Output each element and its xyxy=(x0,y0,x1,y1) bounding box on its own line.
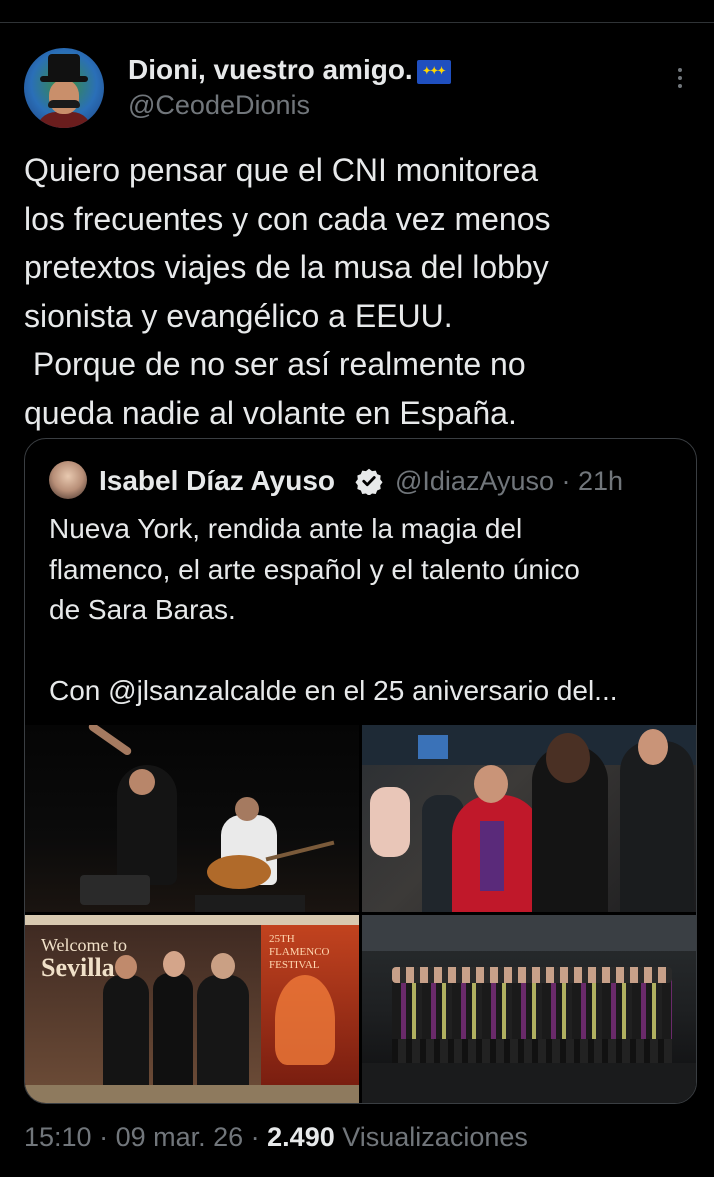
author-handle[interactable]: @CeodeDionis xyxy=(128,90,310,121)
woman-red-shawl-crowd-photo[interactable] xyxy=(362,725,696,912)
quoted-avatar[interactable] xyxy=(49,461,87,499)
sign-line2: Sevilla xyxy=(41,953,115,982)
verified-badge-icon xyxy=(355,468,383,495)
quoted-author-name[interactable]: Isabel Díaz Ayuso xyxy=(99,465,335,497)
quoted-text: Nueva York, rendida ante la magia del fl… xyxy=(49,513,618,706)
quoted-tweet[interactable]: Isabel Díaz Ayuso @IdiazAyuso · 21h Nuev… xyxy=(24,438,697,1104)
views-count[interactable]: 2.490 xyxy=(267,1122,335,1152)
more-vertical-icon xyxy=(678,68,682,72)
author-name-row[interactable]: Dioni, vuestro amigo. ✦✦✦ xyxy=(128,54,451,86)
tweet-text: Quiero pensar que el CNI monitorea los f… xyxy=(24,152,551,431)
author-avatar[interactable] xyxy=(24,48,104,128)
author-name[interactable]: Dioni, vuestro amigo. xyxy=(128,54,413,85)
more-options-button[interactable] xyxy=(668,64,692,94)
eu-flag-icon: ✦✦✦ xyxy=(416,59,451,84)
tweet-time[interactable]: 15:10 xyxy=(24,1122,92,1152)
welcome-to-sevilla-photo[interactable]: Welcome to Sevilla 25TH FLAMENCO FESTIVA… xyxy=(25,915,359,1103)
flamenco-dancer-guitarist-photo[interactable] xyxy=(25,725,359,912)
tweet-date[interactable]: 09 mar. 26 xyxy=(116,1122,244,1152)
divider xyxy=(0,22,714,23)
poster-text: 25TH FLAMENCO FESTIVAL xyxy=(269,933,330,971)
photo-grid: Welcome to Sevilla 25TH FLAMENCO FESTIVA… xyxy=(25,725,696,1103)
stage-group-photo[interactable] xyxy=(362,915,696,1103)
quoted-handle-time[interactable]: @IdiazAyuso · 21h xyxy=(395,466,623,497)
tweet-meta: 15:10 · 09 mar. 26 · 2.490 Visualizacion… xyxy=(24,1122,528,1152)
views-label: Visualizaciones xyxy=(342,1122,528,1152)
